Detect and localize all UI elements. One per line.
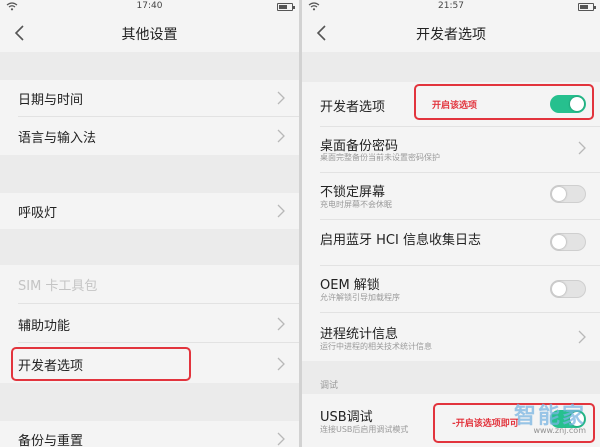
setting-description: 允许解锁引导加载程序 — [320, 293, 400, 302]
watermark: 智能家 www.znj.com — [514, 398, 586, 435]
chevron-right-icon — [277, 317, 285, 331]
setting-label: 进程统计信息 — [320, 327, 399, 342]
setting-label: 不锁定屏幕 — [320, 185, 386, 200]
setting-label: OEM 解锁 — [320, 278, 380, 293]
list-item-label-disabled: SIM 卡工具包 — [18, 279, 98, 294]
section-gap — [0, 383, 299, 421]
section-header-debug: 调试 — [320, 381, 339, 391]
oem-unlock-toggle[interactable] — [550, 280, 586, 298]
page-title: 其他设置 — [121, 27, 178, 43]
status-time: 17:40 — [136, 1, 163, 11]
chevron-right-icon — [578, 330, 586, 344]
setting-desktop-backup-password[interactable]: 桌面备份密码 桌面完整备份当前未设置密码保护 — [302, 127, 600, 172]
setting-label: USB调试 — [320, 410, 373, 425]
setting-process-stats[interactable]: 进程统计信息 运行中进程的相关技术统计信息 — [302, 313, 600, 361]
annotation-text-bottom: -开启该选项即可 — [452, 419, 519, 429]
page-title: 开发者选项 — [416, 27, 486, 43]
battery-icon — [578, 3, 596, 11]
developer-options-screen: 21:57 开发者选项 开发者选项 开启该选项 桌面备份密码 桌面完整备份当前未… — [302, 0, 600, 447]
chevron-right-icon — [277, 204, 285, 218]
setting-description: 充电时屏幕不会休眠 — [320, 200, 392, 209]
list-item-breathing-light[interactable]: 呼吸灯 — [0, 193, 299, 229]
chevron-right-icon — [277, 129, 285, 143]
stay-awake-toggle[interactable] — [550, 185, 586, 203]
status-bar: 21:57 — [302, 0, 600, 14]
setting-oem-unlock[interactable]: OEM 解锁 允许解锁引导加载程序 — [302, 266, 600, 312]
chevron-right-icon — [277, 91, 285, 105]
composite-screenshot: 17:40 其他设置 日期与时间 语言与输入法 呼吸灯 SIM 卡工具包 辅助功… — [0, 0, 600, 447]
status-bar: 17:40 — [0, 0, 299, 14]
setting-description: 运行中进程的相关技术统计信息 — [320, 342, 432, 351]
other-settings-screen: 17:40 其他设置 日期与时间 语言与输入法 呼吸灯 SIM 卡工具包 辅助功… — [0, 0, 299, 447]
list-item-accessibility[interactable]: 辅助功能 — [0, 304, 299, 342]
list-item-label: 辅助功能 — [18, 319, 71, 334]
setting-description: 连接USB后启用调试模式 — [320, 425, 409, 434]
section-gap — [302, 52, 600, 82]
setting-label: 开发者选项 — [320, 100, 386, 115]
setting-bluetooth-hci-log[interactable]: 启用蓝牙 HCI 信息收集日志 — [302, 220, 600, 265]
list-item-backup-reset[interactable]: 备份与重置 — [0, 421, 299, 447]
nav-bar: 其他设置 — [0, 14, 299, 52]
chevron-right-icon — [277, 432, 285, 446]
list-item-sim-toolkit: SIM 卡工具包 — [0, 265, 299, 303]
list-item-language-input[interactable]: 语言与输入法 — [0, 117, 299, 155]
section-gap — [0, 155, 299, 193]
setting-description: 桌面完整备份当前未设置密码保护 — [320, 153, 440, 162]
annotation-text-top: 开启该选项 — [432, 101, 478, 111]
list-item-date-time[interactable]: 日期与时间 — [0, 80, 299, 116]
setting-stay-awake[interactable]: 不锁定屏幕 充电时屏幕不会休眠 — [302, 173, 600, 219]
bluetooth-hci-log-toggle[interactable] — [550, 233, 586, 251]
list-item-label: 语言与输入法 — [18, 131, 97, 146]
nav-bar: 开发者选项 — [302, 14, 600, 52]
section-gap — [302, 361, 600, 394]
battery-icon — [277, 3, 295, 11]
setting-label: 启用蓝牙 HCI 信息收集日志 — [320, 233, 481, 248]
section-gap — [0, 229, 299, 265]
section-gap — [0, 52, 299, 80]
status-time: 21:57 — [438, 1, 464, 11]
list-item-label: 呼吸灯 — [18, 206, 58, 221]
chevron-right-icon — [578, 141, 586, 155]
list-item-label: 备份与重置 — [18, 434, 84, 447]
developer-options-highlight — [11, 347, 191, 381]
list-item-label: 日期与时间 — [18, 93, 84, 108]
chevron-right-icon — [277, 357, 285, 371]
